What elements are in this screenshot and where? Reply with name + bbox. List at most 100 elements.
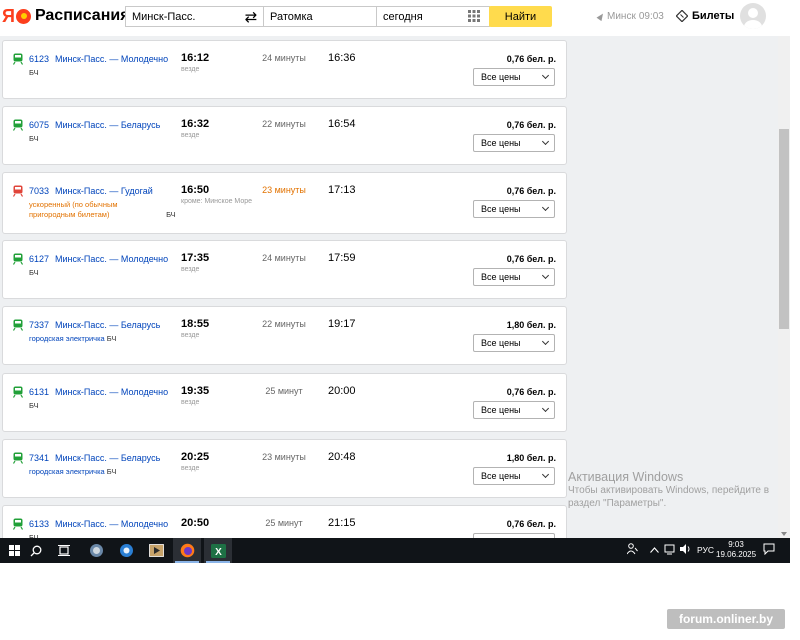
stops-note: везде xyxy=(181,465,200,472)
train-icon xyxy=(13,253,23,265)
schedule-row[interactable]: 6123 Минск-Пасс. — Молодечно БЧ 16:12 везде 2… xyxy=(2,40,567,99)
taskbar-app-excel[interactable]: X xyxy=(204,538,232,563)
clock-date: 19.06.2025 xyxy=(716,550,757,559)
to-station-input[interactable]: Ратомка xyxy=(263,6,377,27)
windows-taskbar: X РУС 9:03 19.06.2025 xyxy=(0,538,790,563)
price-select-value: Все цены xyxy=(481,272,521,282)
logo-mark: Я xyxy=(2,6,15,26)
chevron-down-icon xyxy=(541,137,550,146)
stops-note: везде xyxy=(181,332,200,339)
train-route[interactable]: Минск-Пасс. — Гудогай xyxy=(55,186,153,196)
task-view-button[interactable] xyxy=(50,538,78,563)
train-number[interactable]: 7033 xyxy=(29,186,49,196)
stops-note: везде xyxy=(181,399,200,406)
train-route[interactable]: Минск-Пасс. — Молодечно xyxy=(55,387,168,397)
excel-icon: X xyxy=(210,543,226,558)
schedule-row[interactable]: 7337 Минск-Пасс. — Беларусь городская элек… xyxy=(2,306,567,365)
taskbar-app-blue[interactable] xyxy=(112,538,140,563)
departure-time: 19:35 xyxy=(181,385,210,397)
train-number[interactable]: 6131 xyxy=(29,387,49,397)
train-route[interactable]: Минск-Пасс. — Беларусь xyxy=(55,120,160,130)
train-number[interactable]: 6075 xyxy=(29,120,49,130)
schedule-row[interactable]: 6127 Минск-Пасс. — Молодечно БЧ 17:35 везде 2… xyxy=(2,240,567,299)
departure-time: 16:32 xyxy=(181,118,210,130)
price-select[interactable]: Все цены xyxy=(473,334,555,352)
ticket-price: 0,76 бел. р. xyxy=(506,254,556,264)
blue-app-icon xyxy=(119,544,133,557)
trip-duration: 22 минуты xyxy=(262,119,306,129)
schedule-row[interactable]: 6133 Минск-Пасс. — Молодечно БЧ 20:50 25 мин… xyxy=(2,505,567,538)
scroll-thumb[interactable] xyxy=(779,129,789,329)
train-route[interactable]: Минск-Пасс. — Молодечно xyxy=(55,519,168,529)
volume-icon[interactable] xyxy=(679,543,691,555)
train-number[interactable]: 6127 xyxy=(29,254,49,264)
train-subinfo: городская электричка БЧ xyxy=(29,334,116,344)
price-select[interactable]: Все цены xyxy=(473,401,555,419)
arrival-time: 16:36 xyxy=(328,52,356,64)
language-indicator[interactable]: РУС xyxy=(697,545,714,555)
train-subinfo: БЧ xyxy=(29,68,39,78)
schedule-row[interactable]: 7033 Минск-Пасс. — Гудогай ускоренный (по … xyxy=(2,172,567,234)
train-number[interactable]: 6133 xyxy=(29,519,49,529)
people-icon[interactable] xyxy=(627,543,638,555)
geo-location[interactable]: Минск 09:03 xyxy=(596,11,664,22)
ticket-price: 0,76 бел. р. xyxy=(506,387,556,397)
taskbar-app-globe[interactable] xyxy=(82,538,110,563)
train-route[interactable]: Минск-Пасс. — Молодечно xyxy=(55,54,168,64)
train-kind: городская электричка xyxy=(29,334,105,343)
from-station-input[interactable]: Минск-Пасс. xyxy=(125,6,239,27)
swap-stations-button[interactable]: ⇄ xyxy=(238,6,264,27)
trip-duration: 23 минуты xyxy=(262,452,306,462)
yandex-logo[interactable]: Я Расписания xyxy=(2,6,130,26)
ticket-price: 0,76 бел. р. xyxy=(506,54,556,64)
price-select[interactable]: Все цены xyxy=(473,200,555,218)
train-route[interactable]: Минск-Пасс. — Беларусь xyxy=(55,453,160,463)
scroll-down-arrow-icon[interactable] xyxy=(781,532,787,536)
chevron-down-icon xyxy=(541,271,550,280)
trip-duration: 25 минут xyxy=(265,518,303,528)
browser-viewport: Я Расписания Минск-Пасс. ⇄ Ратомка сегод… xyxy=(0,0,790,538)
train-icon xyxy=(13,452,23,464)
chevron-up-icon[interactable] xyxy=(650,547,659,553)
price-select[interactable]: Все цены xyxy=(473,467,555,485)
train-subinfo: БЧ xyxy=(29,268,39,278)
price-select[interactable]: Все цены xyxy=(473,268,555,286)
user-avatar[interactable] xyxy=(740,3,766,29)
taskbar-clock[interactable]: 9:03 19.06.2025 xyxy=(716,540,756,560)
find-button[interactable]: Найти xyxy=(489,6,552,27)
schedule-row[interactable]: 7341 Минск-Пасс. — Беларусь городская элек… xyxy=(2,439,567,498)
calendar-icon[interactable] xyxy=(468,10,480,22)
train-number[interactable]: 6123 xyxy=(29,54,49,64)
train-icon xyxy=(13,185,23,197)
tickets-link[interactable]: Билеты xyxy=(676,10,734,22)
windows-activation-notice: Активация Windows Чтобы активировать Win… xyxy=(568,470,773,510)
train-icon xyxy=(13,53,23,65)
train-route[interactable]: Минск-Пасс. — Молодечно xyxy=(55,254,168,264)
schedule-row[interactable]: 6075 Минск-Пасс. — Беларусь БЧ 16:32 везде 22… xyxy=(2,106,567,165)
carrier-tag: БЧ xyxy=(29,134,39,143)
taskbar-app-media[interactable] xyxy=(142,538,170,563)
departure-time: 16:12 xyxy=(181,52,210,64)
price-select[interactable]: Все цены xyxy=(473,134,555,152)
arrival-time: 20:48 xyxy=(328,451,356,463)
price-select-value: Все цены xyxy=(481,405,521,415)
price-select-value: Все цены xyxy=(481,471,521,481)
chevron-down-icon xyxy=(541,337,550,346)
logo-circle-icon xyxy=(15,8,31,24)
train-number[interactable]: 7337 xyxy=(29,320,49,330)
trip-duration: 22 минуты xyxy=(262,319,306,329)
taskbar-app-firefox[interactable] xyxy=(173,538,201,563)
carrier-tag: БЧ xyxy=(29,268,39,277)
train-route[interactable]: Минск-Пасс. — Беларусь xyxy=(55,320,160,330)
notifications-icon[interactable] xyxy=(763,543,775,555)
price-select[interactable]: Все цены xyxy=(473,68,555,86)
task-view-icon xyxy=(58,545,70,556)
search-taskbar-button[interactable] xyxy=(22,538,50,563)
network-icon[interactable] xyxy=(664,543,675,555)
forum-watermark: forum.onliner.by xyxy=(667,609,785,629)
schedule-row[interactable]: 6131 Минск-Пасс. — Молодечно БЧ 19:35 везде 2… xyxy=(2,373,567,432)
train-subinfo: БЧ xyxy=(29,134,39,144)
page-scrollbar[interactable] xyxy=(778,36,790,538)
trip-duration: 23 минуты xyxy=(262,185,306,195)
train-number[interactable]: 7341 xyxy=(29,453,49,463)
